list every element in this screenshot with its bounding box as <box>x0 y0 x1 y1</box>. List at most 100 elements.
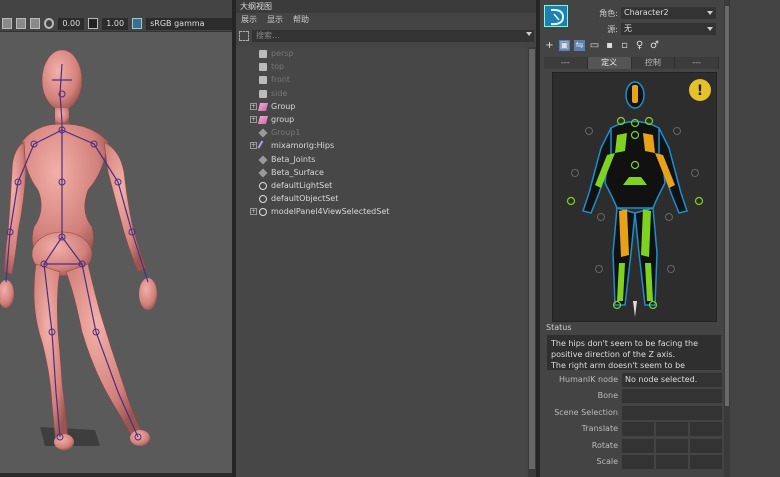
rotate-z-field[interactable] <box>690 438 722 453</box>
head-bone[interactable] <box>632 85 638 103</box>
outliner-item-label: Beta_Joints <box>271 154 316 164</box>
outliner-item-label: Group <box>271 101 296 111</box>
menu-show[interactable]: 显示 <box>267 13 283 27</box>
shaded-mode-icon[interactable] <box>2 18 13 29</box>
scene-selection-field[interactable] <box>622 405 722 420</box>
humanik-logo-icon <box>544 5 568 27</box>
outliner-item[interactable]: defaultLightSet <box>236 179 526 192</box>
tab-controls[interactable]: 控制 <box>631 57 676 69</box>
outliner-item[interactable]: Group1 <box>236 126 526 139</box>
translate-x-field[interactable] <box>622 422 654 437</box>
outliner-menu-bar: 展示 显示 帮助 <box>236 13 536 27</box>
set-icon <box>259 195 267 204</box>
selection-filter-icon[interactable] <box>239 31 249 41</box>
status-box: The hips don't seem to be facing the pos… <box>547 335 721 370</box>
mesh-group-icon <box>257 115 269 124</box>
status-line: The right arm doesn't seem to be paralle… <box>551 361 686 370</box>
status-line: The hips don't seem to be facing the <box>551 339 699 348</box>
camera-icon <box>259 63 267 72</box>
add-icon[interactable]: + <box>544 40 555 51</box>
scale-y-field[interactable] <box>656 454 688 469</box>
delete-icon[interactable]: ▫ <box>619 40 630 51</box>
camera-icon <box>259 76 267 85</box>
color-management-icon[interactable] <box>132 18 143 29</box>
humanik-node-field[interactable]: No node selected. <box>622 373 722 387</box>
outliner-item-label: group <box>271 114 295 124</box>
gamma-field[interactable]: 1.00 <box>102 17 129 30</box>
translate-z-field[interactable] <box>690 422 722 437</box>
bone-field[interactable] <box>622 389 722 404</box>
character-model[interactable] <box>0 32 232 473</box>
folder-icon[interactable]: ▭ <box>589 40 600 51</box>
transform-icon <box>258 168 268 178</box>
menu-help[interactable]: 帮助 <box>293 13 309 27</box>
character-select[interactable]: Character2 <box>621 7 716 19</box>
humanik-tabs: --- 定义 控制 --- <box>544 57 719 69</box>
outliner-item[interactable]: Beta_Joints <box>236 153 526 166</box>
tab-prev[interactable]: --- <box>544 57 588 69</box>
translate-y-field[interactable] <box>656 422 688 437</box>
expand-icon[interactable]: + <box>250 102 257 110</box>
tab-next[interactable]: --- <box>675 57 719 69</box>
viewport-panel[interactable]: 0.00 1.00 sRGB gamma <box>0 0 232 473</box>
outliner-tree: persp top front side + Group + group Group1 + mixa… <box>236 47 526 477</box>
expand-icon[interactable]: + <box>250 142 257 150</box>
tab-define[interactable]: 定义 <box>587 57 632 69</box>
set-icon <box>259 208 267 217</box>
outliner-item-label: defaultLightSet <box>271 180 333 190</box>
bone-label: Bone <box>597 391 618 401</box>
mirror-icon[interactable]: ⇋ <box>574 40 585 51</box>
outliner-scrollbar[interactable] <box>528 47 536 477</box>
outliner-item-label: mixamorig:Hips <box>271 141 335 151</box>
save-icon[interactable]: ▪ <box>604 40 615 51</box>
outliner-item[interactable]: + Group <box>236 100 526 113</box>
outliner-item-label: Group1 <box>271 128 301 138</box>
humanik-properties: HumanIK node No node selected. Bone Scen… <box>546 372 722 470</box>
outliner-item[interactable]: Beta_Surface <box>236 166 526 179</box>
rotate-label: Rotate <box>591 440 618 450</box>
outliner-item-label: top <box>271 62 285 72</box>
source-select[interactable]: 无 <box>621 23 716 35</box>
outliner-title: 大纲视图 <box>236 0 536 13</box>
rotate-x-field[interactable] <box>622 438 654 453</box>
reference-bone[interactable] <box>633 301 637 317</box>
t-pose-icon[interactable]: ♀ <box>634 40 645 51</box>
expand-icon[interactable]: + <box>250 208 257 216</box>
humanik-toolbar: + ▣ ⇋ ▭ ▪ ▫ ♀ ♂ <box>544 40 660 51</box>
expand-icon[interactable]: + <box>250 115 257 123</box>
character-label: 角色: <box>599 8 618 18</box>
wireframe-mode-icon[interactable] <box>16 18 27 29</box>
outliner-item[interactable]: side <box>236 87 526 100</box>
scale-z-field[interactable] <box>690 454 722 469</box>
chevron-down-icon[interactable] <box>526 32 532 36</box>
exposure-field[interactable]: 0.00 <box>58 17 85 30</box>
outliner-item-label: persp <box>271 49 294 58</box>
color-space-field[interactable]: sRGB gamma <box>146 17 232 30</box>
viewport-toolbar: 0.00 1.00 sRGB gamma <box>0 16 232 32</box>
translate-label: Translate <box>581 424 618 434</box>
menu-display[interactable]: 展示 <box>241 13 257 27</box>
outliner-item-label: front <box>271 75 291 85</box>
outliner-item[interactable]: + mixamorig:Hips <box>236 139 526 152</box>
outliner-item[interactable]: defaultObjectSet <box>236 192 526 205</box>
outliner-item[interactable]: top <box>236 60 526 73</box>
character-definition-view[interactable]: ! <box>552 72 717 322</box>
outliner-item[interactable]: persp <box>236 47 526 60</box>
rotate-y-field[interactable] <box>656 438 688 453</box>
outliner-item[interactable]: front <box>236 73 526 86</box>
joint-icon <box>257 140 269 152</box>
status-label: Status <box>546 323 572 332</box>
humanik-scrollbar[interactable] <box>724 0 730 477</box>
lock-icon[interactable]: ▣ <box>559 40 570 51</box>
skeleton-icon[interactable]: ♂ <box>649 40 660 51</box>
outliner-search-input[interactable]: 搜索... <box>252 30 534 42</box>
gamma-icon <box>88 18 99 29</box>
humanik-node-label: HumanIK node <box>559 375 618 384</box>
isolate-icon[interactable] <box>30 18 41 29</box>
outliner-item[interactable]: + modelPanel4ViewSelectedSet <box>236 205 526 218</box>
scale-x-field[interactable] <box>622 454 654 469</box>
outliner-item-label: modelPanel4ViewSelectedSet <box>271 207 390 217</box>
outliner-item-label: defaultObjectSet <box>271 194 339 204</box>
outliner-panel: 大纲视图 展示 显示 帮助 搜索... persp top front side + Gr… <box>236 0 536 477</box>
outliner-item[interactable]: + group <box>236 113 526 126</box>
